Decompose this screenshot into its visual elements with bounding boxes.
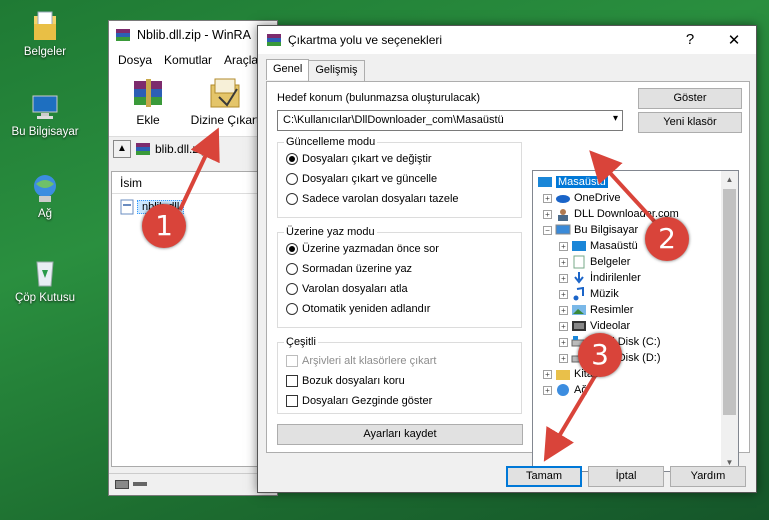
step-badge-1: 1 bbox=[142, 204, 186, 248]
step-badge-2: 2 bbox=[645, 217, 689, 261]
arrow-2 bbox=[589, 150, 657, 224]
arrow-1 bbox=[178, 127, 220, 211]
arrow-3 bbox=[543, 374, 597, 462]
step-badge-3: 3 bbox=[578, 333, 622, 377]
annotation-arrows bbox=[178, 127, 657, 462]
